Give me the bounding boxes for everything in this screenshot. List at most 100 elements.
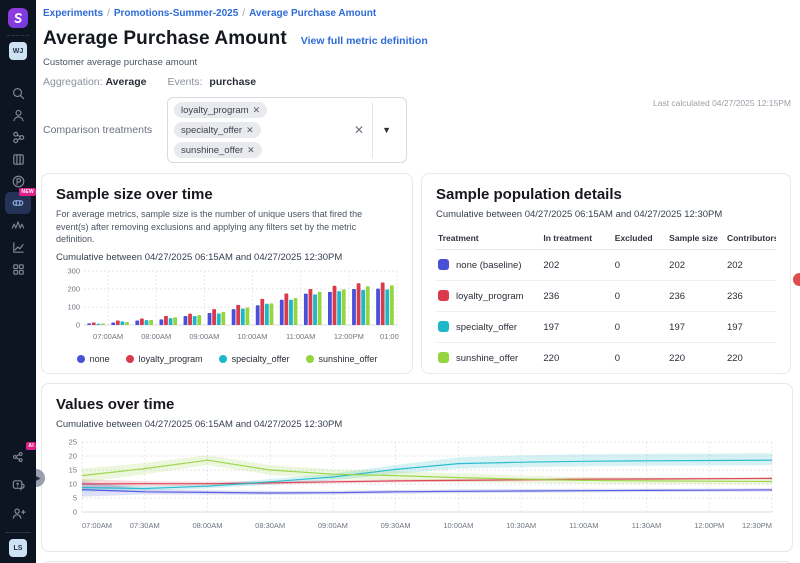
svg-text:11:30AM: 11:30AM (632, 521, 661, 530)
values-period: Cumulative between 04/27/2025 06:15AM an… (56, 419, 778, 430)
table-header: Excluded (613, 228, 667, 250)
chip-remove-icon[interactable]: ✕ (253, 105, 261, 116)
user-avatar[interactable]: LS (9, 539, 27, 557)
values-title: Values over time (56, 396, 778, 413)
svg-text:07:00AM: 07:00AM (93, 332, 123, 341)
svg-text:5: 5 (73, 494, 77, 503)
aggregation-row: Aggregation: Average Events: purchase (43, 76, 791, 88)
values-over-time-card: Values over time Cumulative between 04/2… (41, 383, 793, 552)
svg-text:09:00AM: 09:00AM (318, 521, 348, 530)
svg-text:11:00AM: 11:00AM (569, 521, 598, 530)
feature-gates-icon[interactable] (5, 126, 31, 148)
treatment-chip: specialty_offer✕ (174, 122, 261, 138)
svg-text:07:00AM: 07:00AM (82, 521, 112, 530)
view-metric-definition-link[interactable]: View full metric definition (301, 35, 428, 47)
treatment-select[interactable]: loyalty_program✕ specialty_offer✕ sunshine… (167, 97, 407, 163)
table-row: loyalty_program2360236236 (436, 281, 776, 312)
svg-text:200: 200 (67, 284, 80, 293)
statsig-logo-icon[interactable] (8, 8, 28, 28)
svg-text:25: 25 (69, 438, 77, 447)
page-header: Experiments/Promotions-Summer-2025/Avera… (36, 0, 800, 163)
table-header: Contributors (725, 228, 776, 250)
chevron-down-icon[interactable]: ▼ (373, 125, 400, 135)
svg-text:08:30AM: 08:30AM (255, 521, 285, 530)
aggregation-value: Average (105, 76, 146, 88)
project-avatar[interactable]: WJ (9, 42, 27, 60)
treatment-chip: loyalty_program✕ (174, 102, 267, 118)
new-badge: NEW (19, 188, 36, 196)
svg-text:10:00AM: 10:00AM (443, 521, 473, 530)
svg-text:08:00AM: 08:00AM (192, 521, 222, 530)
treatment-color-swatch (438, 321, 449, 332)
main-content: Experiments/Promotions-Summer-2025/Avera… (36, 0, 800, 563)
search-icon[interactable] (5, 82, 31, 104)
treatment-color-swatch (438, 259, 449, 270)
svg-text:09:00AM: 09:00AM (189, 332, 219, 341)
legend-item: loyalty_program (126, 354, 203, 364)
breadcrumb: Experiments/Promotions-Summer-2025/Avera… (43, 8, 791, 19)
chip-remove-icon[interactable]: ✕ (246, 125, 254, 136)
clear-all-icon[interactable]: ✕ (346, 123, 372, 137)
svg-text:20: 20 (69, 452, 77, 461)
breadcrumb-experiments[interactable]: Experiments (43, 8, 103, 19)
svg-text:01:00PM: 01:00PM (380, 332, 399, 341)
svg-text:12:30PM: 12:30PM (742, 521, 772, 530)
sample-size-bar-chart: 0 100 200 300 07:00AM 08:00AM 09:00AM 10:00AM 11… (56, 267, 399, 347)
sidebar-bottom-divider (5, 532, 31, 533)
chip-remove-icon[interactable]: ✕ (247, 145, 255, 156)
svg-text:12:00PM: 12:00PM (334, 332, 364, 341)
sample-size-card: Sample size over time For average metric… (41, 173, 413, 374)
invite-user-icon[interactable] (5, 502, 31, 524)
users-icon[interactable] (5, 104, 31, 126)
population-card: Sample population details Cumulative bet… (421, 173, 791, 374)
sidebar: WJ NEW AI LS (0, 0, 36, 563)
svg-text:12:00PM: 12:00PM (694, 521, 724, 530)
svg-text:100: 100 (67, 302, 80, 311)
table-row: specialty_offer1970197197 (436, 312, 776, 343)
treatment-color-swatch (438, 352, 449, 363)
autotune-icon[interactable] (5, 214, 31, 236)
svg-text:08:00AM: 08:00AM (141, 332, 171, 341)
sample-size-title: Sample size over time (56, 186, 398, 203)
sidebar-divider (7, 35, 29, 36)
population-period: Cumulative between 04/27/2025 06:15AM an… (436, 209, 776, 220)
legend-item: sunshine_offer (306, 354, 378, 364)
svg-text:10:00AM: 10:00AM (238, 332, 268, 341)
ai-assistant-icon[interactable]: AI (5, 446, 31, 468)
metrics-icon[interactable] (5, 236, 31, 258)
ai-badge: AI (26, 442, 36, 450)
table-header: Treatment (436, 228, 541, 250)
breadcrumb-experiment-name[interactable]: Promotions-Summer-2025 (114, 8, 238, 19)
values-line-chart: 0 5 10 15 20 25 07:00AM 07:30AM 08:00AM 08:30AM 09… (56, 436, 778, 540)
svg-text:15: 15 (69, 466, 77, 475)
edge-notification-tab[interactable] (793, 273, 800, 286)
treatment-chips: loyalty_program✕ specialty_offer✕ sunshine… (174, 102, 346, 158)
table-row: none (baseline)2020202202 (436, 250, 776, 281)
help-icon[interactable] (5, 474, 31, 496)
svg-text:300: 300 (67, 267, 80, 276)
population-table: TreatmentIn treatmentExcludedSample size… (436, 228, 776, 374)
bar-chart-legend: none loyalty_program specialty_offer sunshi… (56, 354, 398, 364)
svg-text:09:30AM: 09:30AM (381, 521, 411, 530)
svg-text:07:30AM: 07:30AM (130, 521, 160, 530)
sample-size-period: Cumulative between 04/27/2025 06:15AM an… (56, 252, 398, 263)
treatment-chip: sunshine_offer✕ (174, 142, 262, 158)
svg-text:0: 0 (76, 320, 80, 329)
metric-subtitle: Customer average purchase amount (43, 57, 791, 68)
svg-text:0: 0 (73, 508, 77, 517)
dynamic-config-icon[interactable] (5, 148, 31, 170)
events-value: purchase (209, 76, 256, 88)
experiments-icon[interactable]: NEW (5, 192, 31, 214)
svg-text:10: 10 (69, 480, 77, 489)
svg-text:10:30AM: 10:30AM (506, 521, 536, 530)
comparison-treatments-label: Comparison treatments (43, 124, 167, 136)
breadcrumb-metric-name[interactable]: Average Purchase Amount (249, 8, 376, 19)
legend-item: specialty_offer (219, 354, 290, 364)
sample-size-description: For average metrics, sample size is the … (56, 208, 384, 246)
table-header: In treatment (541, 228, 612, 250)
last-calculated: Last calculated 04/27/2025 12:15PM (653, 98, 791, 108)
dashboards-icon[interactable] (5, 258, 31, 280)
svg-text:11:00AM: 11:00AM (286, 332, 315, 341)
table-row: sunshine_offer2200220220 (436, 343, 776, 374)
legend-item: none (77, 354, 110, 364)
